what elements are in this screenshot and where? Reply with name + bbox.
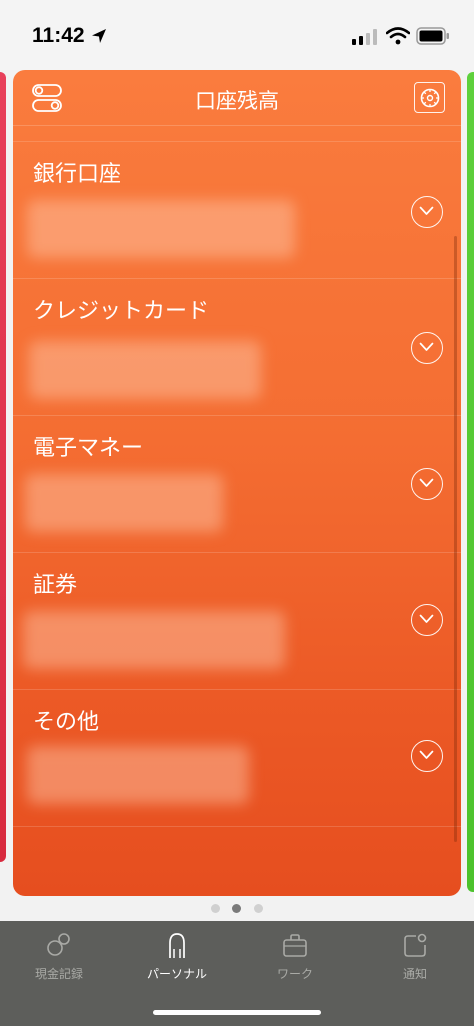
section-credit-card[interactable]: クレジットカード: [13, 279, 461, 416]
page-indicator[interactable]: [0, 902, 474, 916]
page-dot[interactable]: [254, 904, 263, 913]
card-header: 口座残高: [13, 70, 461, 126]
location-arrow-icon: [92, 29, 106, 43]
hidden-balance: [27, 200, 295, 258]
tab-work[interactable]: ワーク: [236, 921, 354, 996]
section-e-money[interactable]: 電子マネー: [13, 416, 461, 553]
section-other[interactable]: その他: [13, 690, 461, 827]
tab-notifications[interactable]: 通知: [356, 921, 474, 996]
section-title: 証券: [33, 573, 78, 598]
hidden-balance: [23, 611, 285, 669]
section-bank-account[interactable]: 銀行口座: [13, 142, 461, 279]
notification-icon: [404, 933, 427, 957]
scroll-indicator[interactable]: [454, 236, 457, 842]
status-bar: 11:42: [0, 0, 474, 70]
section-title: その他: [33, 710, 100, 735]
previous-card-edge[interactable]: [0, 72, 6, 862]
person-icon: [169, 933, 185, 958]
home-indicator[interactable]: [153, 1010, 321, 1015]
tab-label: パーソナル: [146, 967, 207, 981]
wifi-icon: [386, 27, 410, 45]
cellular-signal-icon: [352, 29, 377, 45]
card-title: 口座残高: [195, 89, 279, 113]
chevron-down-icon[interactable]: [411, 740, 443, 772]
tab-label: 現金記録: [34, 967, 83, 981]
briefcase-icon: [283, 934, 307, 957]
section-title: クレジットカード: [33, 299, 210, 324]
page-dot-active[interactable]: [232, 904, 241, 913]
tab-label: ワーク: [276, 967, 313, 981]
hidden-balance: [29, 341, 261, 399]
hidden-balance: [25, 474, 223, 532]
tab-personal[interactable]: パーソナル: [118, 921, 236, 996]
chevron-down-icon[interactable]: [411, 332, 443, 364]
chevron-down-icon[interactable]: [411, 468, 443, 500]
chevron-down-icon[interactable]: [411, 604, 443, 636]
chevron-down-icon[interactable]: [411, 196, 443, 228]
cash-record-icon: [47, 933, 70, 956]
section-title: 銀行口座: [33, 162, 122, 187]
next-card-edge[interactable]: [467, 72, 474, 892]
tab-cash-record[interactable]: 現金記録: [0, 921, 118, 996]
safe-icon[interactable]: [414, 82, 445, 113]
section-securities[interactable]: 証券: [13, 553, 461, 690]
section-title: 電子マネー: [33, 436, 144, 461]
battery-icon: [416, 27, 449, 45]
status-time: 11:42: [32, 24, 85, 47]
tab-label: 通知: [402, 967, 427, 981]
hidden-balance: [27, 746, 249, 804]
section-spacer: [13, 126, 461, 142]
account-balance-card: 口座残高 銀行口座 クレジットカード 電子マネー 証券 その他: [13, 70, 461, 896]
page-dot[interactable]: [211, 904, 220, 913]
